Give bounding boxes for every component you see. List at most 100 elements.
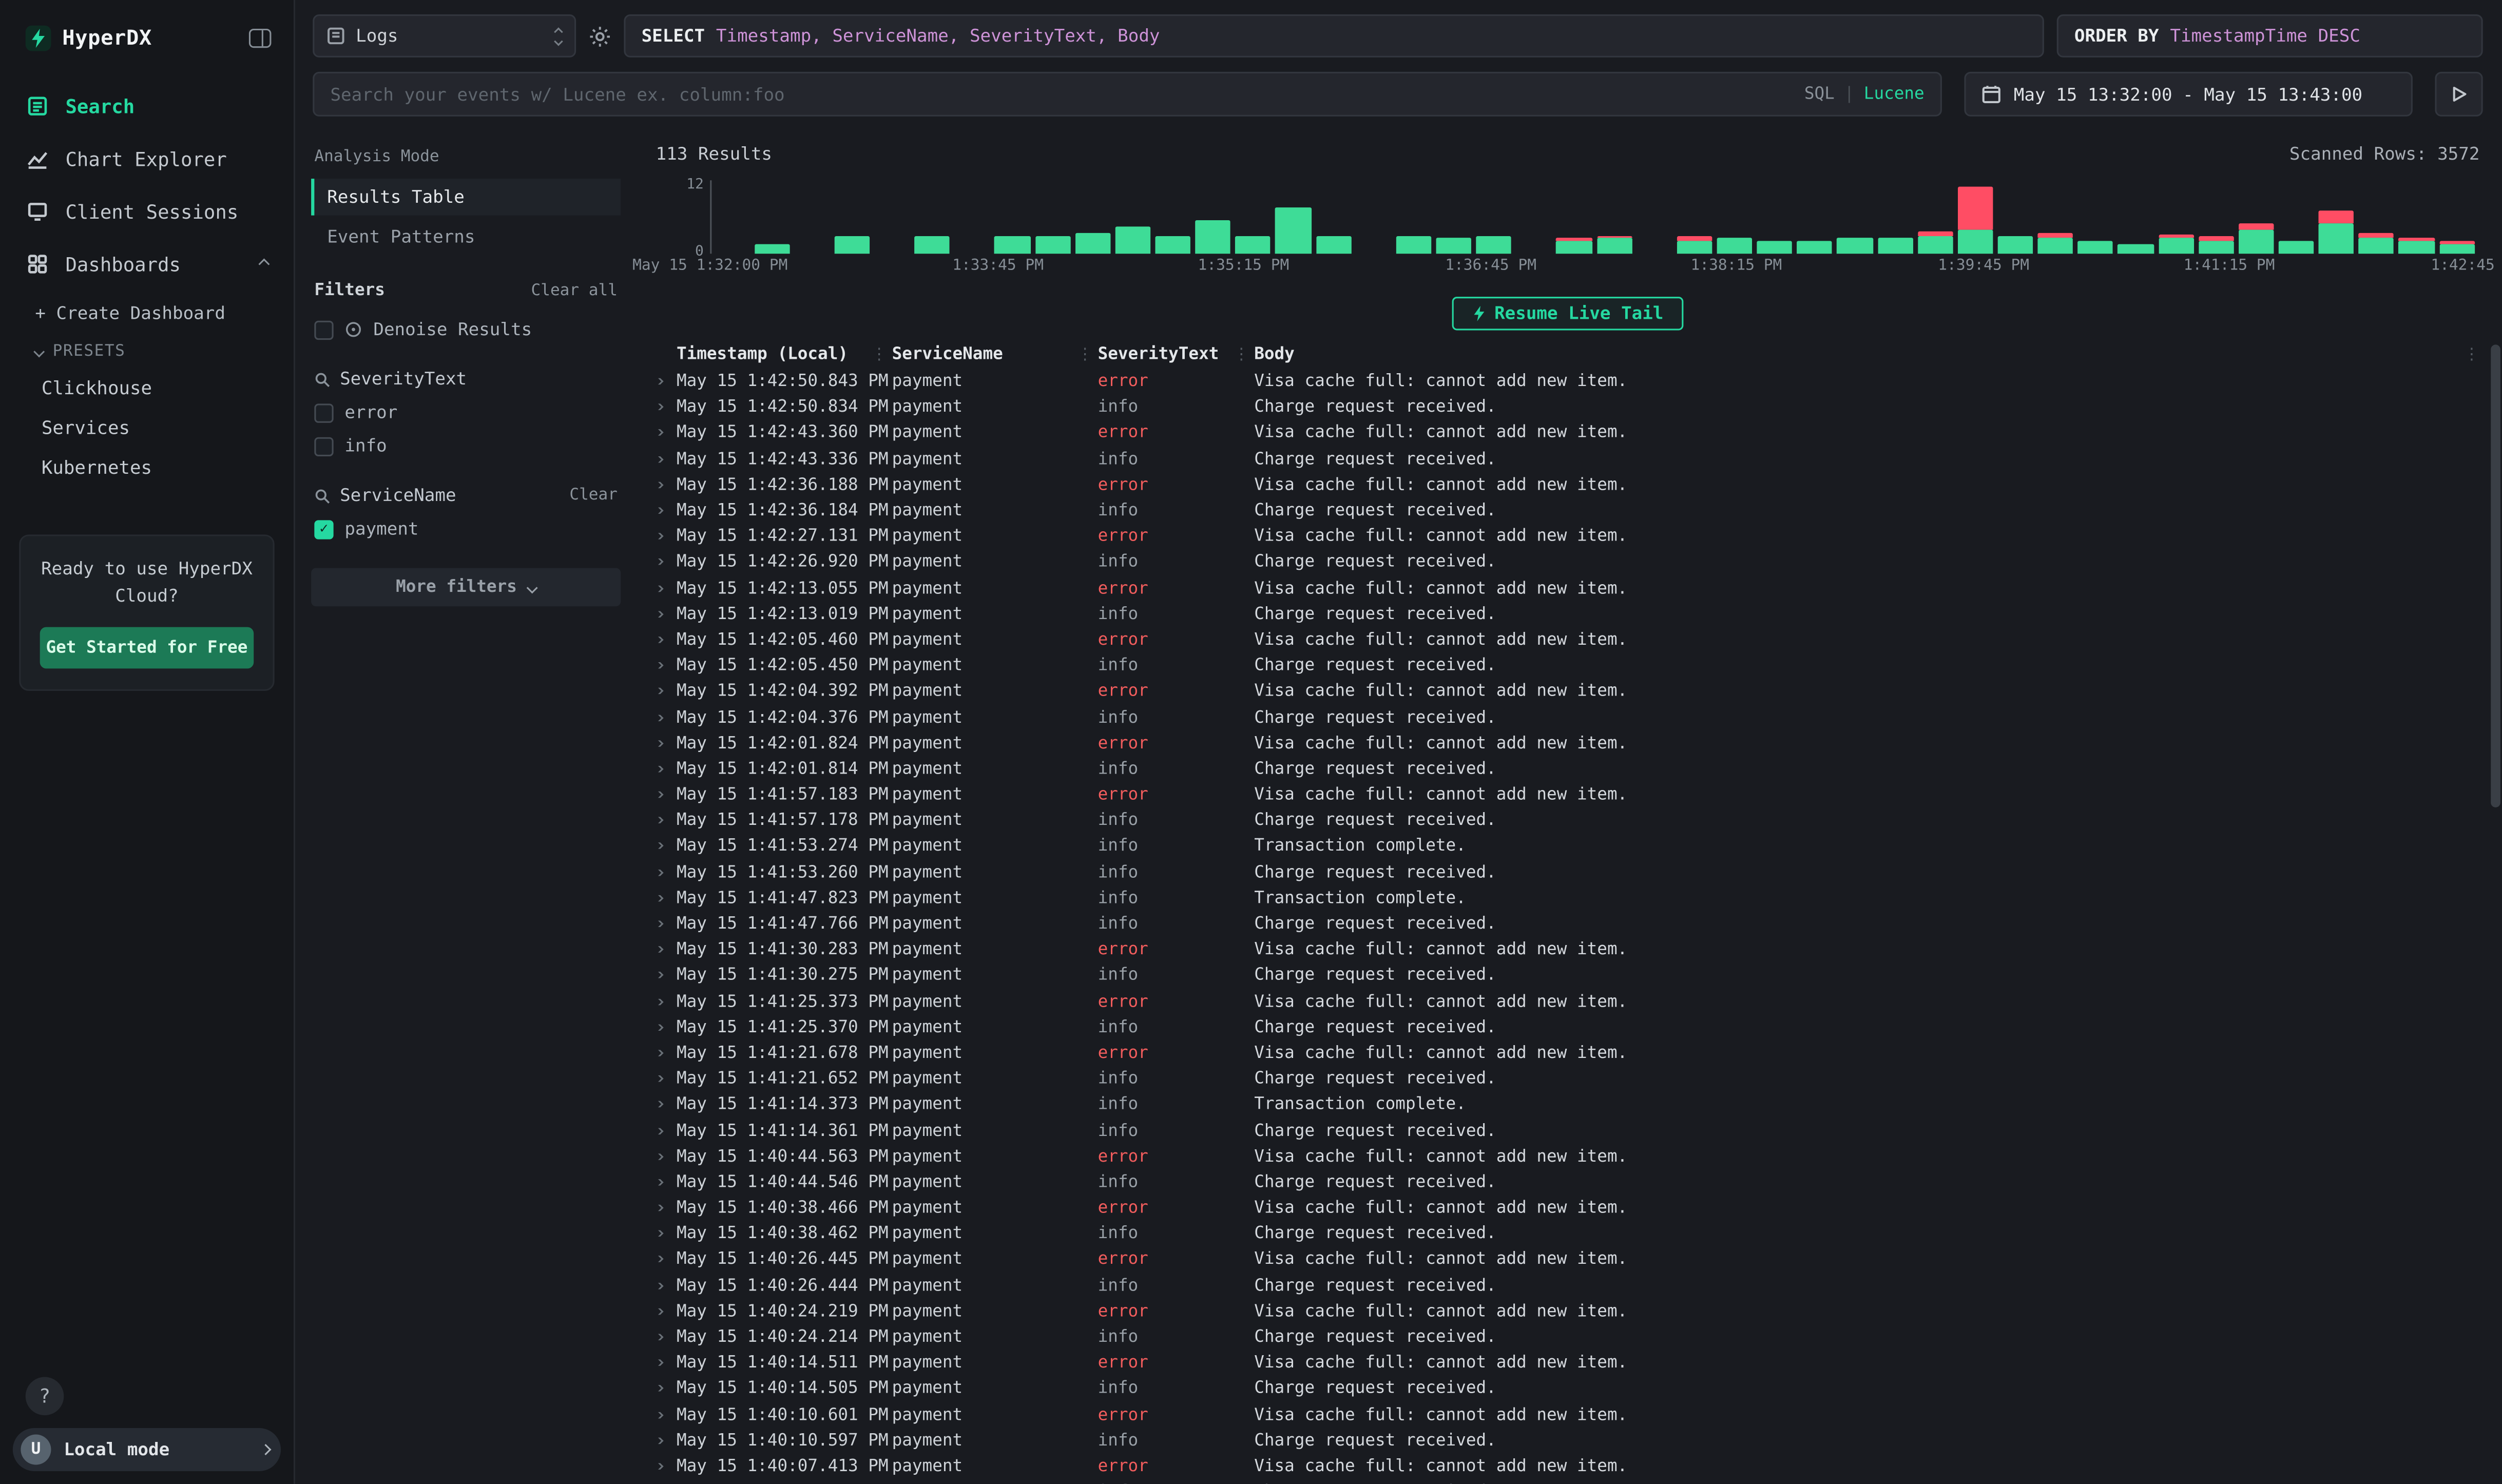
table-row[interactable]: May 15 1:41:30.283 PMpaymenterrorVisa ca… <box>656 937 2480 962</box>
local-mode-menu[interactable]: U Local mode <box>13 1428 281 1471</box>
column-resize-handle[interactable]: ⋮ <box>871 346 887 364</box>
row-expand-icon[interactable] <box>656 1257 677 1263</box>
facet-option-error[interactable]: error <box>311 396 621 429</box>
table-row[interactable]: May 15 1:40:24.219 PMpaymenterrorVisa ca… <box>656 1298 2480 1324</box>
order-by-input[interactable]: ORDER BY TimestampTime DESC <box>2057 14 2483 57</box>
create-dashboard-button[interactable]: + Create Dashboard <box>0 291 294 334</box>
table-row[interactable]: May 15 1:40:14.505 PMpaymentinfoCharge r… <box>656 1376 2480 1401</box>
row-expand-icon[interactable] <box>656 1179 677 1185</box>
table-row[interactable]: May 15 1:42:26.920 PMpaymentinfoCharge r… <box>656 549 2480 575</box>
payment-checkbox[interactable]: ✓ <box>314 519 333 538</box>
table-row[interactable]: May 15 1:40:38.466 PMpaymenterrorVisa ca… <box>656 1195 2480 1221</box>
row-expand-icon[interactable] <box>656 1076 677 1082</box>
facet-option-payment[interactable]: ✓ payment <box>311 512 621 546</box>
source-select[interactable]: Logs <box>313 14 576 57</box>
table-row[interactable]: May 15 1:40:07.410 PMpaymentinfoCharge r… <box>656 1479 2480 1484</box>
table-row[interactable]: May 15 1:42:50.843 PMpaymenterrorVisa ca… <box>656 369 2480 394</box>
table-row[interactable]: May 15 1:40:10.601 PMpaymenterrorVisa ca… <box>656 1402 2480 1428</box>
table-row[interactable]: May 15 1:41:21.678 PMpaymenterrorVisa ca… <box>656 1040 2480 1066</box>
row-expand-icon[interactable] <box>656 792 677 798</box>
table-row[interactable]: May 15 1:42:13.055 PMpaymenterrorVisa ca… <box>656 575 2480 601</box>
row-expand-icon[interactable] <box>656 895 677 901</box>
table-row[interactable]: May 15 1:41:57.178 PMpaymentinfoCharge r… <box>656 807 2480 833</box>
facet-option-info[interactable]: info <box>311 429 621 462</box>
row-expand-icon[interactable] <box>656 378 677 384</box>
table-row[interactable]: May 15 1:42:50.834 PMpaymentinfoCharge r… <box>656 394 2480 420</box>
column-resize-handle[interactable]: ⋮ <box>1077 346 1093 364</box>
row-expand-icon[interactable] <box>656 740 677 746</box>
histogram-bar[interactable] <box>1196 180 1231 254</box>
row-expand-icon[interactable] <box>656 637 677 643</box>
row-expand-icon[interactable] <box>656 1024 677 1030</box>
histogram-bar[interactable] <box>1276 180 1311 254</box>
histogram-bar[interactable] <box>1115 180 1150 254</box>
column-servicename[interactable]: ServiceName⋮ <box>892 344 1098 363</box>
results-histogram[interactable]: 12 0 May 15 1:32:00 PM1:33:45 PM1:35:15 … <box>656 177 2480 276</box>
table-row[interactable]: May 15 1:42:13.019 PMpaymentinfoCharge r… <box>656 601 2480 627</box>
table-row[interactable]: May 15 1:41:47.766 PMpaymentinfoCharge r… <box>656 911 2480 937</box>
table-row[interactable]: May 15 1:40:24.214 PMpaymentinfoCharge r… <box>656 1324 2480 1350</box>
row-expand-icon[interactable] <box>656 1282 677 1288</box>
row-expand-icon[interactable] <box>656 869 677 875</box>
table-row[interactable]: May 15 1:42:27.131 PMpaymenterrorVisa ca… <box>656 524 2480 549</box>
histogram-bar[interactable] <box>2078 180 2113 254</box>
table-row[interactable]: May 15 1:41:14.373 PMpaymentinfoTransact… <box>656 1092 2480 1117</box>
histogram-bar[interactable] <box>1556 180 1592 254</box>
row-expand-icon[interactable] <box>656 533 677 539</box>
table-row[interactable]: May 15 1:42:43.336 PMpaymentinfoCharge r… <box>656 446 2480 472</box>
row-expand-icon[interactable] <box>656 1050 677 1056</box>
table-row[interactable]: May 15 1:41:25.373 PMpaymenterrorVisa ca… <box>656 989 2480 1014</box>
row-expand-icon[interactable] <box>656 585 677 591</box>
run-query-button[interactable] <box>2435 72 2482 117</box>
table-row[interactable]: May 15 1:41:21.652 PMpaymentinfoCharge r… <box>656 1066 2480 1092</box>
lucene-toggle[interactable]: Lucene <box>1864 85 1924 104</box>
sidebar-item-dashboards[interactable]: Dashboards <box>0 238 294 291</box>
histogram-bar[interactable] <box>1717 180 1753 254</box>
row-expand-icon[interactable] <box>656 1437 677 1443</box>
histogram-bar[interactable] <box>2279 180 2314 254</box>
row-expand-icon[interactable] <box>656 1463 677 1469</box>
histogram-bar[interactable] <box>1958 180 1993 254</box>
preset-item-clickhouse[interactable]: Clickhouse <box>0 367 294 407</box>
histogram-bar[interactable] <box>2439 180 2474 254</box>
histogram-bar[interactable] <box>955 180 990 254</box>
table-row[interactable]: May 15 1:41:14.361 PMpaymentinfoCharge r… <box>656 1117 2480 1143</box>
histogram-bar[interactable] <box>1998 180 2033 254</box>
row-expand-icon[interactable] <box>656 1153 677 1159</box>
row-expand-icon[interactable] <box>656 972 677 978</box>
row-expand-icon[interactable] <box>656 817 677 823</box>
histogram-bar[interactable] <box>1917 180 1953 254</box>
table-row[interactable]: May 15 1:42:04.392 PMpaymenterrorVisa ca… <box>656 679 2480 704</box>
histogram-bar[interactable] <box>2239 180 2274 254</box>
preset-item-services[interactable]: Services <box>0 407 294 447</box>
row-expand-icon[interactable] <box>656 1127 677 1133</box>
search-facet-icon[interactable] <box>314 488 330 504</box>
histogram-bar[interactable] <box>1637 180 1672 254</box>
select-clause-input[interactable]: SELECT Timestamp, ServiceName, SeverityT… <box>624 14 2044 57</box>
row-expand-icon[interactable] <box>656 1360 677 1366</box>
row-expand-icon[interactable] <box>656 1230 677 1237</box>
facet-clear-link[interactable]: Clear <box>569 487 618 504</box>
table-row[interactable]: May 15 1:40:14.511 PMpaymenterrorVisa ca… <box>656 1350 2480 1376</box>
histogram-bar[interactable] <box>1877 180 1913 254</box>
table-row[interactable]: May 15 1:40:07.413 PMpaymenterrorVisa ca… <box>656 1453 2480 1479</box>
row-expand-icon[interactable] <box>656 998 677 1005</box>
histogram-bar[interactable] <box>915 180 950 254</box>
table-row[interactable]: May 15 1:41:25.370 PMpaymentinfoCharge r… <box>656 1014 2480 1040</box>
clear-all-link[interactable]: Clear all <box>531 282 618 299</box>
histogram-bar[interactable] <box>754 180 790 254</box>
histogram-bar[interactable] <box>2118 180 2153 254</box>
scrollbar-thumb[interactable] <box>2491 344 2500 807</box>
table-row[interactable]: May 15 1:40:38.462 PMpaymentinfoCharge r… <box>656 1221 2480 1247</box>
column-timestamp[interactable]: Timestamp (Local)⋮ <box>677 344 892 363</box>
table-row[interactable]: May 15 1:40:10.597 PMpaymentinfoCharge r… <box>656 1428 2480 1453</box>
histogram-bar[interactable] <box>834 180 870 254</box>
row-expand-icon[interactable] <box>656 404 677 410</box>
row-expand-icon[interactable] <box>656 611 677 617</box>
row-expand-icon[interactable] <box>656 921 677 927</box>
help-button[interactable]: ? <box>26 1377 64 1416</box>
sql-toggle[interactable]: SQL <box>1804 85 1835 104</box>
mode-results-table[interactable]: Results Table <box>311 179 621 215</box>
row-expand-icon[interactable] <box>656 947 677 953</box>
sidebar-item-search[interactable]: Search <box>0 80 294 132</box>
